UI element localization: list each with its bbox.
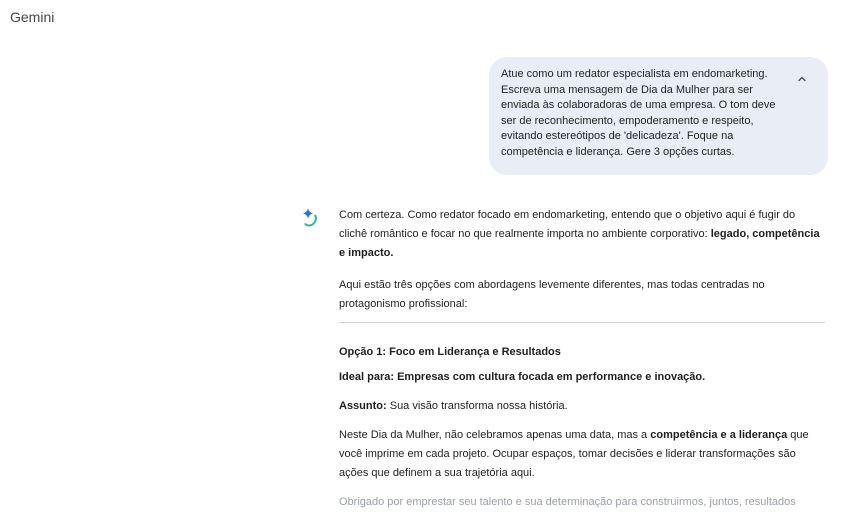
option1-ideal-for: Ideal para: Empresas com cultura focada … [339,371,706,383]
response-options-intro: Aqui estão três opções com abordagens le… [339,279,765,310]
app-title: Gemini [10,9,55,25]
gemini-sparkle-icon [302,208,317,227]
option1-subject-text: Sua visão transforma nossa história. [386,400,568,412]
option1-body-bold: competência e a liderança [650,429,788,441]
user-message-text: Atue como um redator especialista em end… [501,68,776,158]
option1-body: Neste Dia da Mulher, não celebramos apen… [339,426,825,483]
user-message-bubble: Atue como um redator especialista em end… [489,57,828,175]
response-intro-paragraph: Com certeza. Como redator focado em endo… [339,206,825,264]
option1-heading: Opção 1: Foco em Liderança e Resultados [339,346,561,358]
option1-subject-label: Assunto: [339,400,387,412]
model-response: Com certeza. Como redator focado em endo… [339,206,825,512]
section-divider [339,322,825,323]
collapse-message-button[interactable] [792,69,812,89]
option1-subject: Assunto: Sua visão transforma nossa hist… [339,397,825,416]
option1-faded-line: Obrigado por emprestar seu talento e sua… [339,496,796,508]
chevron-up-icon [798,76,806,82]
option1-body-part1: Neste Dia da Mulher, não celebramos apen… [339,429,651,441]
